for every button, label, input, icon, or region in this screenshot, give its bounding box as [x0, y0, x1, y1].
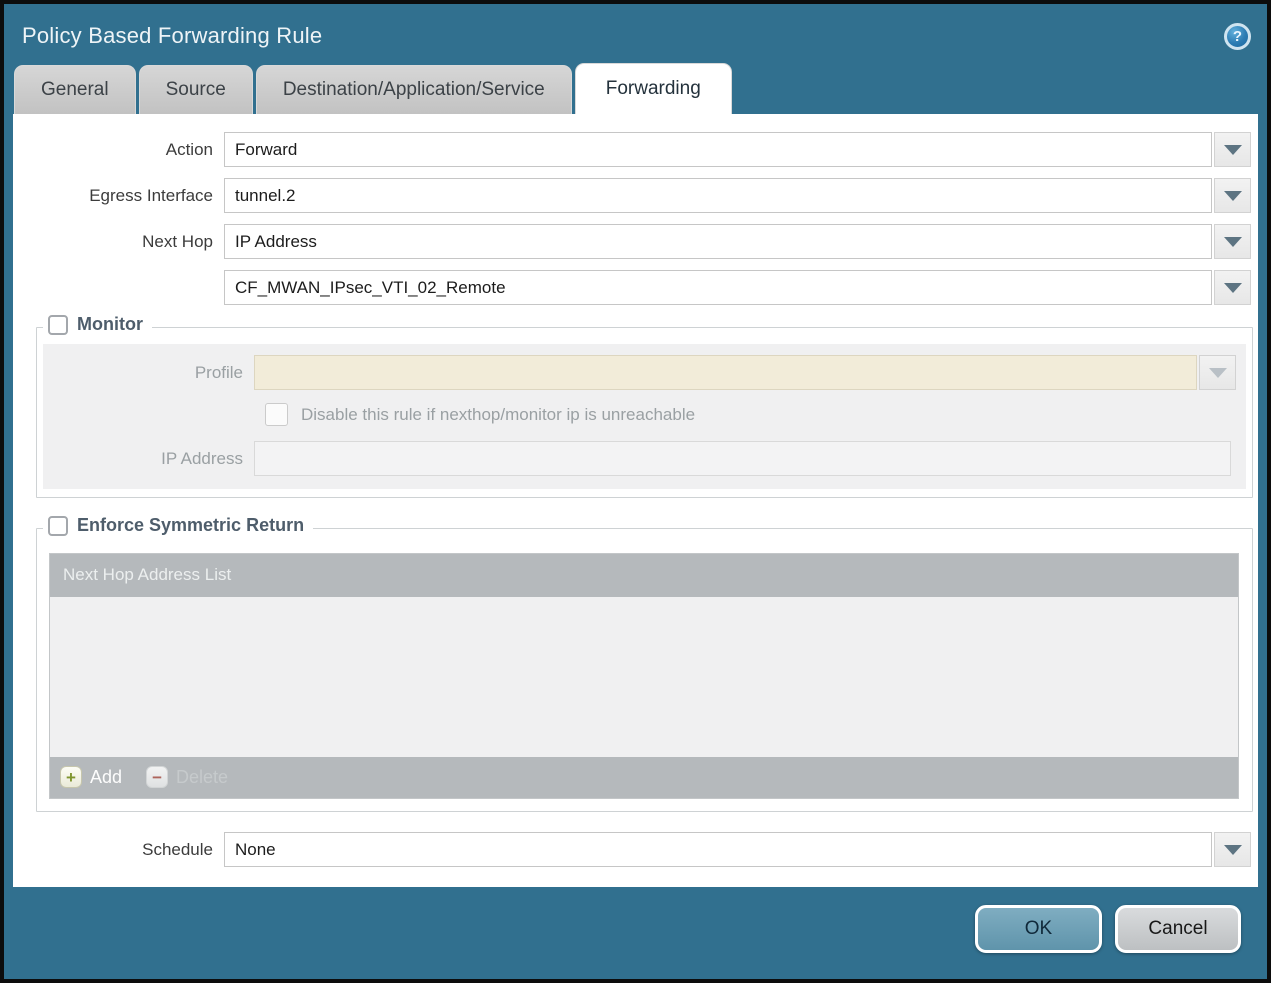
- enforce-symmetric-return-checkbox[interactable]: [48, 516, 68, 536]
- schedule-row: Schedule None: [13, 832, 1251, 867]
- pbf-rule-dialog: Policy Based Forwarding Rule ? General S…: [0, 0, 1271, 983]
- minus-icon: −: [146, 766, 168, 788]
- cancel-button[interactable]: Cancel: [1115, 905, 1241, 953]
- next-hop-address-list-table: Next Hop Address List + Add − Delete: [49, 553, 1239, 799]
- next-hop-type-dropdown-button[interactable]: [1214, 224, 1251, 259]
- action-select[interactable]: Forward: [224, 132, 1212, 167]
- chevron-down-icon: [1224, 845, 1242, 855]
- tab-bar: General Source Destination/Application/S…: [4, 62, 1267, 114]
- add-button-label: Add: [90, 767, 122, 788]
- delete-button: − Delete: [146, 766, 228, 788]
- monitor-profile-dropdown-button: [1199, 355, 1236, 390]
- tab-destination-application-service[interactable]: Destination/Application/Service: [256, 65, 572, 114]
- schedule-label: Schedule: [13, 840, 224, 860]
- next-hop-label: Next Hop: [13, 232, 224, 252]
- next-hop-address-row: CF_MWAN_IPsec_VTI_02_Remote: [13, 270, 1251, 305]
- chevron-down-icon: [1209, 368, 1227, 378]
- action-row: Action Forward: [13, 132, 1251, 167]
- monitor-legend: Monitor: [43, 314, 152, 335]
- monitor-title: Monitor: [77, 314, 143, 335]
- tab-source[interactable]: Source: [139, 65, 253, 114]
- monitor-disable-rule-row: Disable this rule if nexthop/monitor ip …: [265, 403, 1238, 426]
- next-hop-address-list-body[interactable]: [50, 597, 1238, 757]
- enforce-symmetric-return-section: Enforce Symmetric Return Next Hop Addres…: [36, 528, 1253, 812]
- action-label: Action: [13, 140, 224, 160]
- tab-general[interactable]: General: [14, 65, 136, 114]
- monitor-profile-label: Profile: [43, 363, 254, 383]
- next-hop-row: Next Hop IP Address: [13, 224, 1251, 259]
- monitor-profile-row: Profile: [43, 355, 1236, 390]
- chevron-down-icon: [1224, 283, 1242, 293]
- chevron-down-icon: [1224, 191, 1242, 201]
- chevron-down-icon: [1224, 145, 1242, 155]
- help-icon[interactable]: ?: [1224, 23, 1251, 50]
- disable-rule-label: Disable this rule if nexthop/monitor ip …: [301, 405, 695, 425]
- next-hop-address-list-toolbar: + Add − Delete: [50, 757, 1238, 798]
- delete-button-label: Delete: [176, 767, 228, 788]
- dialog-title: Policy Based Forwarding Rule: [22, 23, 322, 49]
- monitor-ip-input: [254, 441, 1231, 476]
- enforce-symmetric-return-title: Enforce Symmetric Return: [77, 515, 304, 536]
- dialog-footer: OK Cancel: [4, 887, 1267, 979]
- chevron-down-icon: [1224, 237, 1242, 247]
- title-bar: Policy Based Forwarding Rule ?: [4, 4, 1267, 62]
- next-hop-address-dropdown-button[interactable]: [1214, 270, 1251, 305]
- tab-forwarding[interactable]: Forwarding: [575, 63, 732, 114]
- add-button[interactable]: + Add: [60, 766, 122, 788]
- egress-interface-label: Egress Interface: [13, 186, 224, 206]
- egress-interface-dropdown-button[interactable]: [1214, 178, 1251, 213]
- monitor-checkbox[interactable]: [48, 315, 68, 335]
- monitor-panel: Profile Disable this rule if nexthop/mon…: [43, 344, 1246, 489]
- egress-interface-row: Egress Interface tunnel.2: [13, 178, 1251, 213]
- schedule-dropdown-button[interactable]: [1214, 832, 1251, 867]
- egress-interface-select[interactable]: tunnel.2: [224, 178, 1212, 213]
- next-hop-address-select[interactable]: CF_MWAN_IPsec_VTI_02_Remote: [224, 270, 1212, 305]
- schedule-select[interactable]: None: [224, 832, 1212, 867]
- forwarding-tab-panel: Action Forward Egress Interface tunnel.2…: [13, 114, 1258, 887]
- action-dropdown-button[interactable]: [1214, 132, 1251, 167]
- disable-rule-checkbox: [265, 403, 288, 426]
- monitor-ip-label: IP Address: [43, 449, 254, 469]
- enforce-symmetric-return-legend: Enforce Symmetric Return: [43, 515, 313, 536]
- monitor-ip-row: IP Address: [43, 441, 1236, 476]
- monitor-profile-select: [254, 355, 1197, 390]
- monitor-section: Monitor Profile Disable this rule if nex…: [36, 327, 1253, 498]
- plus-icon: +: [60, 766, 82, 788]
- ok-button[interactable]: OK: [975, 905, 1102, 953]
- next-hop-address-list-header[interactable]: Next Hop Address List: [50, 554, 1238, 597]
- next-hop-type-select[interactable]: IP Address: [224, 224, 1212, 259]
